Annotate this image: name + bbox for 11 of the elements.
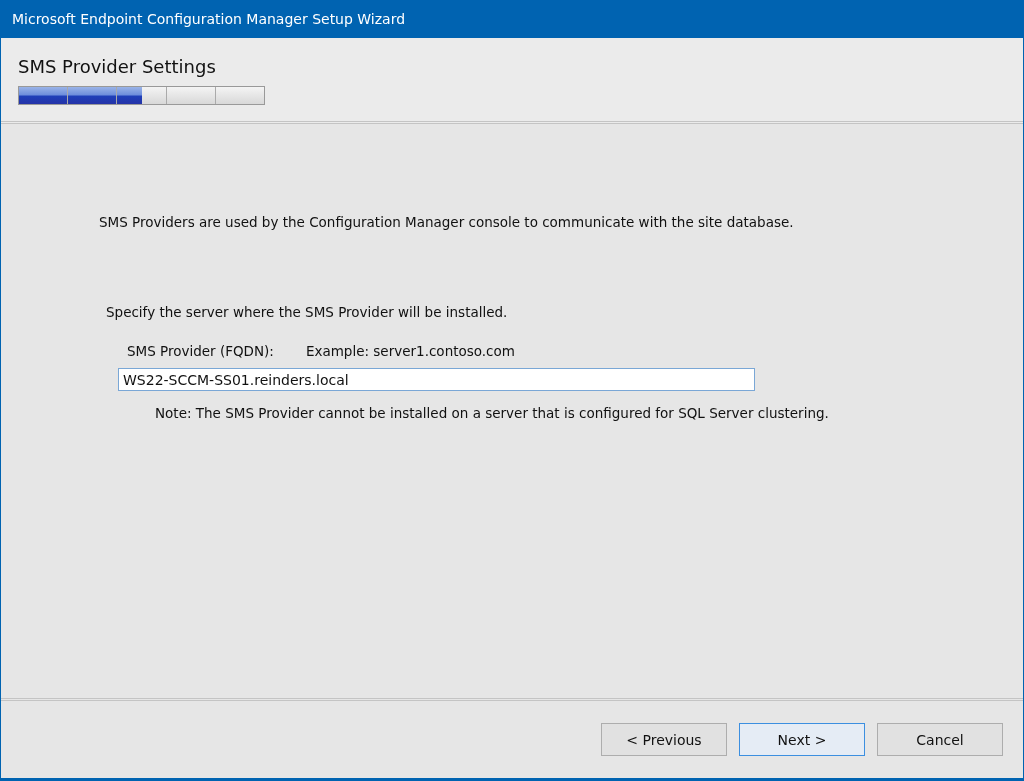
intro-text: SMS Providers are used by the Configuration Manager console to communicate with the site database. xyxy=(99,214,795,230)
field-label: SMS Provider (FQDN): xyxy=(127,343,274,359)
window-title: Microsoft Endpoint Configuration Manager Setup Wizard xyxy=(12,11,406,27)
page-title: SMS Provider Settings xyxy=(18,56,217,77)
wizard-button[interactable]: Next > xyxy=(739,723,865,756)
instruction-text: Specify the server where the SMS Provider will be installed. xyxy=(106,304,509,320)
wizard-button[interactable]: < Previous xyxy=(601,723,727,756)
note-text: Note: The SMS Provider cannot be installed on a server that is configured for SQL Server clustering. xyxy=(155,405,830,421)
example-text: Example: server1.contoso.com xyxy=(305,343,515,359)
wizard-button[interactable]: Cancel xyxy=(877,723,1003,756)
fqdn-input-field[interactable]: WS22-SCCM-SS01.reinders.local xyxy=(118,368,755,391)
